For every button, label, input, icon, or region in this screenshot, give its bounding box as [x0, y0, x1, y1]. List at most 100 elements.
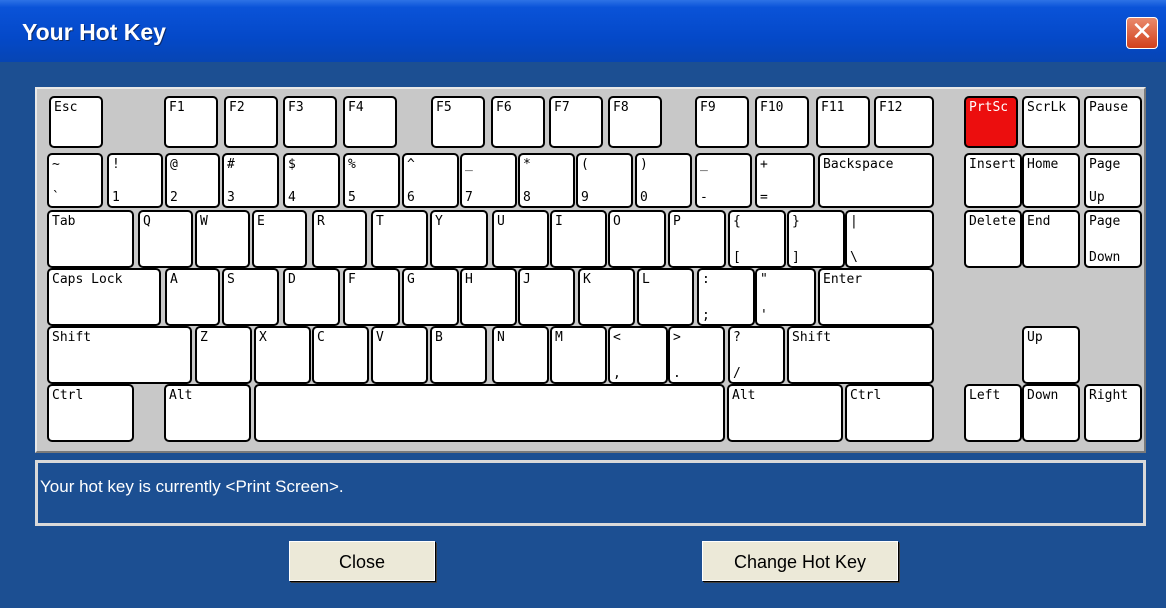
key-r[interactable]: R: [312, 210, 367, 268]
key-f7[interactable]: F7: [549, 96, 603, 148]
key-page[interactable]: Page Down: [1084, 210, 1142, 268]
key-home[interactable]: Home: [1022, 153, 1080, 208]
key-sym[interactable]: ) 0: [635, 153, 692, 208]
key-q[interactable]: Q: [138, 210, 193, 268]
key-page[interactable]: Page Up: [1084, 153, 1142, 208]
key-sym[interactable]: ^ 6: [402, 153, 459, 208]
key-enter[interactable]: Enter: [818, 268, 934, 326]
key-e[interactable]: E: [252, 210, 307, 268]
key-f5[interactable]: F5: [431, 96, 485, 148]
key-f[interactable]: F: [343, 268, 400, 326]
key-backspace[interactable]: Backspace: [818, 153, 934, 208]
key-sublabel: \: [850, 250, 858, 265]
key-f2[interactable]: F2: [224, 96, 278, 148]
key-v[interactable]: V: [371, 326, 428, 384]
key-sym[interactable]: >.: [668, 326, 725, 384]
key-sym[interactable]: <,: [608, 326, 668, 384]
title-bar[interactable]: Your Hot Key ✕: [0, 0, 1166, 62]
key-u[interactable]: U: [492, 210, 549, 268]
key-caps-lock[interactable]: Caps Lock: [47, 268, 161, 326]
key-pause[interactable]: Pause: [1084, 96, 1142, 148]
key-k[interactable]: K: [578, 268, 635, 326]
key-tab[interactable]: Tab: [47, 210, 134, 268]
key-sym[interactable]: }]: [787, 210, 845, 268]
key-down[interactable]: Down: [1022, 384, 1080, 442]
key-sym[interactable]: _ -: [695, 153, 752, 208]
key-o[interactable]: O: [608, 210, 666, 268]
key-label: X: [259, 330, 267, 345]
key-a[interactable]: A: [165, 268, 220, 326]
key-label: @: [170, 157, 178, 172]
key-i[interactable]: I: [550, 210, 607, 268]
key-sublabel: ]: [792, 250, 800, 265]
key-ctrl[interactable]: Ctrl: [47, 384, 134, 442]
key-x[interactable]: X: [254, 326, 311, 384]
key-label: D: [288, 272, 296, 287]
key-shift[interactable]: Shift: [47, 326, 192, 384]
key-sym[interactable]: :;: [697, 268, 755, 326]
key-left[interactable]: Left: [964, 384, 1022, 442]
key-s[interactable]: S: [222, 268, 279, 326]
key-n[interactable]: N: [492, 326, 549, 384]
key-sym[interactable]: ~ `: [47, 153, 103, 208]
key-t[interactable]: T: [371, 210, 428, 268]
key-prtsc[interactable]: PrtSc: [964, 96, 1018, 148]
key-label: :: [702, 272, 710, 287]
key-f9[interactable]: F9: [695, 96, 749, 148]
key-label: F2: [229, 100, 245, 115]
key-g[interactable]: G: [402, 268, 459, 326]
key-m[interactable]: M: [550, 326, 607, 384]
key-sym[interactable]: ! 1: [107, 153, 163, 208]
key-f6[interactable]: F6: [491, 96, 545, 148]
key-h[interactable]: H: [460, 268, 517, 326]
key-sym[interactable]: _ 7: [460, 153, 517, 208]
key-sym[interactable]: " ': [755, 268, 816, 326]
change-hot-key-button[interactable]: Change Hot Key: [702, 541, 898, 581]
key-f11[interactable]: F11: [816, 96, 870, 148]
key-sym[interactable]: $4: [283, 153, 340, 208]
key-sym[interactable]: #3: [222, 153, 279, 208]
key-ctrl[interactable]: Ctrl: [845, 384, 934, 442]
key-up[interactable]: Up: [1022, 326, 1080, 384]
key-f10[interactable]: F10: [755, 96, 809, 148]
key-label: R: [317, 214, 325, 229]
key-f12[interactable]: F12: [874, 96, 934, 148]
key-shift[interactable]: Shift: [787, 326, 934, 384]
key-sym[interactable]: @2: [165, 153, 220, 208]
key-space[interactable]: [254, 384, 725, 442]
key-end[interactable]: End: [1022, 210, 1080, 268]
key-sym[interactable]: {[: [728, 210, 786, 268]
key-label: L: [642, 272, 650, 287]
key-label: End: [1027, 214, 1051, 229]
key-d[interactable]: D: [283, 268, 340, 326]
key-label: F4: [348, 100, 364, 115]
key-sym[interactable]: | \: [845, 210, 934, 268]
key-sym[interactable]: + =: [755, 153, 815, 208]
key-z[interactable]: Z: [195, 326, 252, 384]
key-insert[interactable]: Insert: [964, 153, 1022, 208]
key-sublabel: 4: [288, 190, 296, 205]
key-sym[interactable]: (9: [576, 153, 633, 208]
key-p[interactable]: P: [668, 210, 726, 268]
key-f4[interactable]: F4: [343, 96, 397, 148]
key-sym[interactable]: ? /: [728, 326, 785, 384]
key-c[interactable]: C: [312, 326, 369, 384]
key-l[interactable]: L: [637, 268, 694, 326]
key-f3[interactable]: F3: [283, 96, 337, 148]
key-j[interactable]: J: [518, 268, 575, 326]
key-delete[interactable]: Delete: [964, 210, 1022, 268]
key-sym[interactable]: % 5: [343, 153, 400, 208]
key-scrlk[interactable]: ScrLk: [1022, 96, 1080, 148]
key-esc[interactable]: Esc: [49, 96, 103, 148]
key-w[interactable]: W: [195, 210, 250, 268]
key-alt[interactable]: Alt: [727, 384, 843, 442]
key-sym[interactable]: * 8: [518, 153, 575, 208]
key-y[interactable]: Y: [430, 210, 488, 268]
key-right[interactable]: Right: [1084, 384, 1142, 442]
close-button[interactable]: Close: [289, 541, 435, 581]
key-f1[interactable]: F1: [164, 96, 218, 148]
key-b[interactable]: B: [430, 326, 487, 384]
close-window-icon[interactable]: ✕: [1126, 17, 1158, 49]
key-alt[interactable]: Alt: [164, 384, 251, 442]
key-f8[interactable]: F8: [608, 96, 662, 148]
